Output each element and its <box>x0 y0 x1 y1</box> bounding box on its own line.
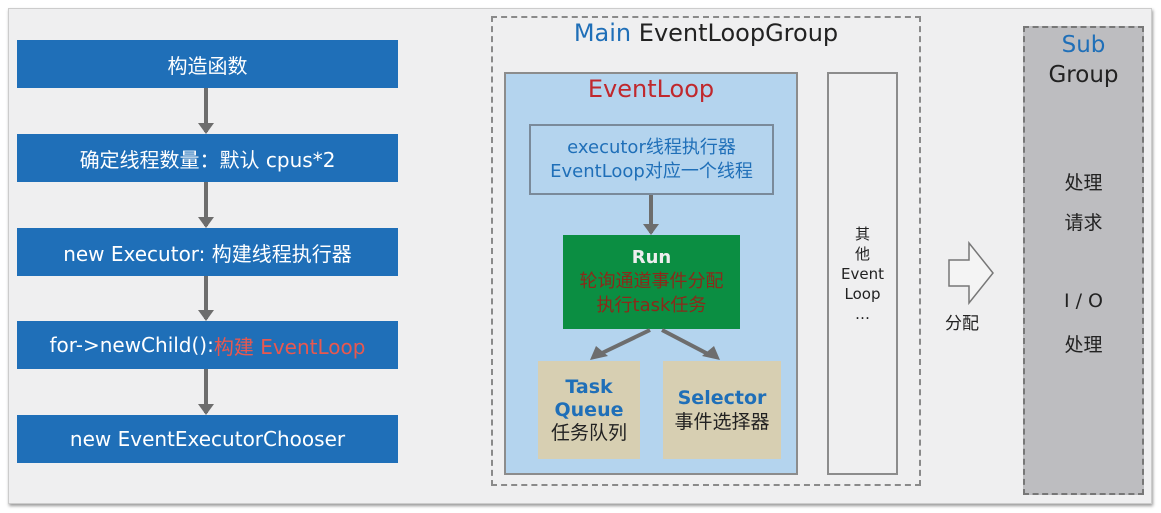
event-loop-title: EventLoop <box>587 75 715 103</box>
title-text: Group <box>1048 62 1119 88</box>
arrow-down <box>198 369 214 415</box>
arrow-down <box>198 88 214 134</box>
step-label: new EventExecutorChooser <box>69 427 346 451</box>
title-text: EventLoopGroup <box>638 19 839 47</box>
step-new-executor: new Executor: 构建线程执行器 <box>17 228 398 276</box>
other-label: 其 <box>854 224 870 243</box>
run-line: 轮询通道事件分配 <box>579 271 724 292</box>
other-label: … <box>855 304 870 323</box>
selector-label: 事件选择器 <box>674 411 770 433</box>
step-label: 构造函数 <box>167 53 248 78</box>
selector-label: Selector <box>677 387 767 409</box>
sub-group-label: 处理 <box>1064 334 1103 356</box>
step-label: 确定线程数量：默认 cpus*2 <box>79 147 336 172</box>
step-label: for->newChild(): <box>49 333 214 357</box>
other-label: 他 <box>854 244 870 263</box>
selector-box: Selector 事件选择器 <box>663 361 781 459</box>
arrow-down <box>198 276 214 321</box>
executor-line: executor线程执行器 <box>567 136 736 158</box>
dispatch-label: 分配 <box>945 314 979 334</box>
run-box: Run 轮询通道事件分配 执行task任务 <box>563 235 740 329</box>
run-line: 执行task任务 <box>596 295 707 316</box>
step-constructor: 构造函数 <box>17 40 398 88</box>
other-event-loop-box: 其 他 Event Loop … <box>827 72 898 475</box>
other-label: Loop <box>844 284 881 303</box>
executor-box: executor线程执行器 EventLoop对应一个线程 <box>529 124 774 195</box>
sub-group-box <box>1023 26 1144 495</box>
task-queue-label: Queue <box>554 398 624 421</box>
step-label: new Executor: 构建线程执行器 <box>63 241 352 266</box>
other-label: Event <box>841 264 884 283</box>
branch-arrows <box>590 328 720 360</box>
title-accent: Sub <box>1061 32 1106 58</box>
step-new-child: for->newChild(): 构建 EventLoop <box>17 321 398 369</box>
sub-group-label: 请求 <box>1064 212 1103 234</box>
dispatch-arrow-icon <box>948 241 994 306</box>
arrow-down <box>643 195 659 235</box>
step-chooser: new EventExecutorChooser <box>17 415 398 463</box>
task-queue-label: Task <box>565 375 613 398</box>
arrow-down <box>198 182 214 228</box>
task-queue-label: 任务队列 <box>550 421 627 444</box>
step-highlight: 构建 EventLoop <box>213 334 366 359</box>
run-title: Run <box>631 247 672 268</box>
title-accent: Main <box>573 19 632 47</box>
main-group-title: Main EventLoopGroup <box>491 19 921 47</box>
sub-group-label: I / O <box>1063 290 1104 312</box>
sub-group-title: Sub Group <box>1023 30 1144 90</box>
sub-group-label: 处理 <box>1064 172 1103 194</box>
task-queue-box: Task Queue 任务队列 <box>538 361 640 459</box>
step-thread-count: 确定线程数量：默认 cpus*2 <box>17 134 398 182</box>
executor-line: EventLoop对应一个线程 <box>550 160 753 182</box>
